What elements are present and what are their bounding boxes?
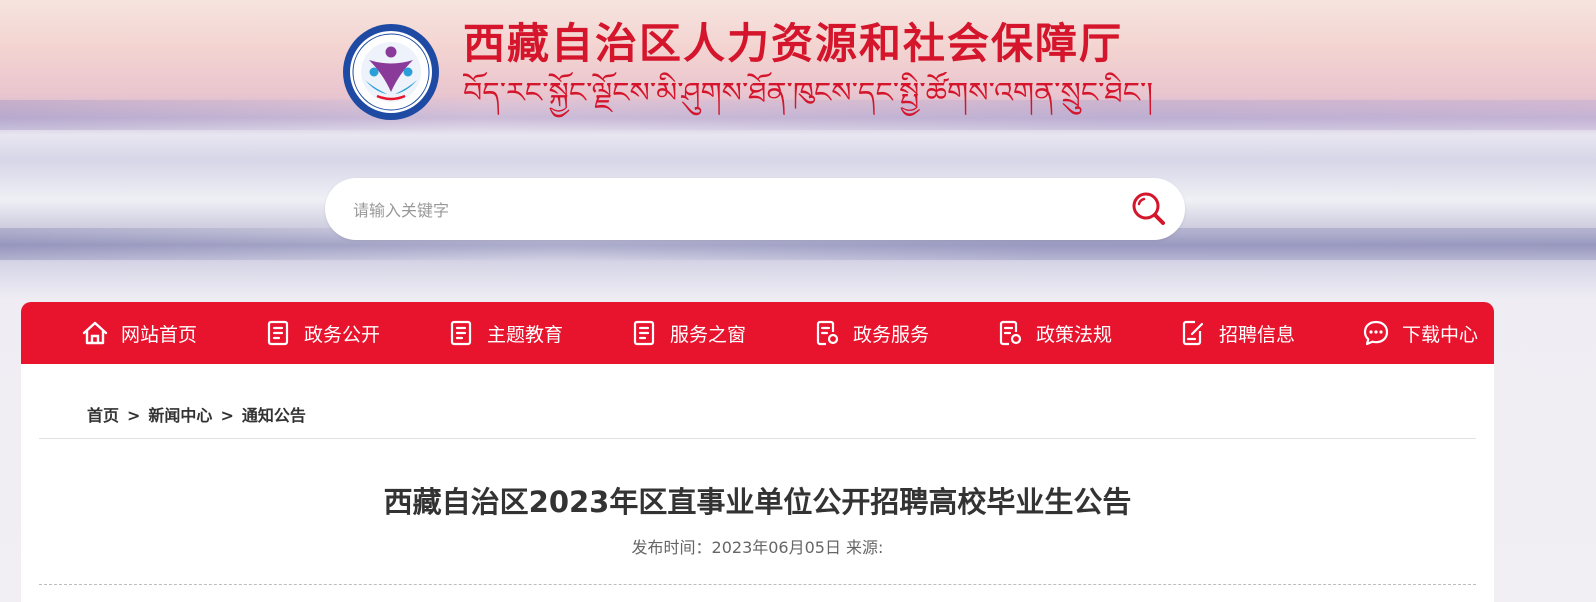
nav-item-gov-services[interactable]: 政务服务 xyxy=(813,302,929,364)
svg-text:བོད་རང་སྐྱོང་ལྗོངས་མི་ཤུགས་ཐོན: བོད་རང་སྐྱོང་ལྗོངས་མི་ཤུགས་ཐོན་ཁུངས་དང་ས… xyxy=(463,72,1153,118)
breadcrumb-separator: > xyxy=(220,406,234,425)
main-nav: 网站首页 政务公开 主题教育 服务之窗 政务服务 政策法规 招聘信息 下载中心 xyxy=(21,302,1494,364)
nav-item-label: 下载中心 xyxy=(1402,323,1479,346)
document-icon xyxy=(267,320,289,346)
breadcrumb-link-news[interactable]: 新闻中心 xyxy=(148,406,212,425)
nav-item-label: 政务公开 xyxy=(304,323,381,346)
site-title-tibetan: བོད་རང་སྐྱོང་ལྗོངས་མི་ཤུགས་ཐོན་ཁུངས་དང་ས… xyxy=(463,72,1153,118)
nav-item-service-window[interactable]: 服务之窗 xyxy=(630,302,746,364)
site-logo-icon xyxy=(343,24,439,120)
breadcrumb: 首页 > 新闻中心 > 通知公告 xyxy=(87,402,314,426)
nav-item-home[interactable]: 网站首页 xyxy=(81,302,197,364)
search-input[interactable] xyxy=(351,192,1115,228)
nav-item-gov-affairs-open[interactable]: 政务公开 xyxy=(264,302,380,364)
article-title: 西藏自治区2023年区直事业单位公开招聘高校毕业生公告 xyxy=(383,485,1132,519)
breadcrumb-separator: > xyxy=(127,406,141,425)
nav-item-label: 服务之窗 xyxy=(670,323,747,346)
nav-item-label: 网站首页 xyxy=(121,323,198,346)
search-icon xyxy=(1132,192,1165,225)
search-button[interactable] xyxy=(1127,187,1171,231)
divider xyxy=(39,438,1476,439)
search-box xyxy=(325,178,1185,240)
article-container: 首页 > 新闻中心 > 通知公告 西藏自治区2023年区直事业单位公开招聘高校毕业生公告… xyxy=(21,364,1494,602)
home-icon xyxy=(82,321,108,345)
nav-item-policies[interactable]: 政策法规 xyxy=(996,302,1112,364)
breadcrumb-link-notices[interactable]: 通知公告 xyxy=(242,406,306,425)
article-meta: 发布时间：2023年06月05日 来源: xyxy=(631,538,884,557)
dashed-divider xyxy=(39,584,1476,585)
nav-item-recruitment[interactable]: 招聘信息 xyxy=(1179,302,1295,364)
document-icon xyxy=(633,320,655,346)
nav-item-label: 政策法规 xyxy=(1036,323,1113,346)
nav-item-label: 政务服务 xyxy=(853,323,930,346)
document-settings-icon xyxy=(816,320,839,346)
chat-icon xyxy=(1363,320,1389,346)
breadcrumb-link-home[interactable]: 首页 xyxy=(87,406,119,425)
site-title: 西藏自治区人力资源和社会保障厅 xyxy=(463,19,1124,68)
nav-item-label: 主题教育 xyxy=(487,323,564,346)
nav-item-label: 招聘信息 xyxy=(1219,323,1296,346)
document-settings-icon xyxy=(999,320,1022,346)
nav-item-theme-education[interactable]: 主题教育 xyxy=(447,302,563,364)
document-icon xyxy=(450,320,472,346)
nav-item-download-center[interactable]: 下载中心 xyxy=(1362,302,1478,364)
edit-document-icon xyxy=(1182,320,1204,346)
